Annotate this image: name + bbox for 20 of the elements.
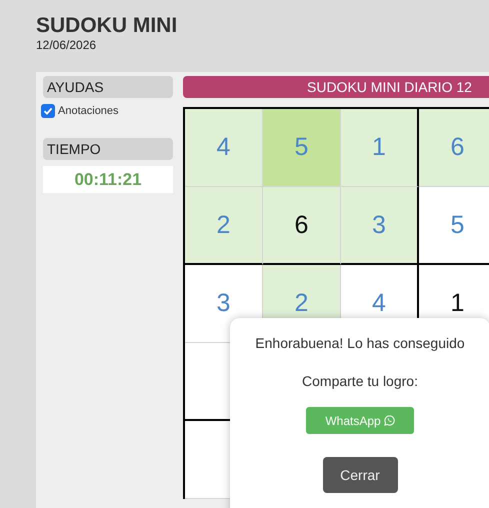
app-title: SUDOKU MINI: [36, 14, 178, 38]
checkbox-label: Anotaciones: [58, 105, 119, 117]
cell-digit: 1: [450, 289, 464, 318]
cell-digit: 3: [372, 210, 386, 240]
date-label: 12/06/2026: [36, 38, 98, 52]
puzzle-banner: SUDOKU MINI DIARIO 12: [183, 76, 489, 98]
cell-digit: 6: [294, 210, 308, 240]
cell-digit: 2: [216, 210, 230, 240]
cell-digit: 3: [216, 289, 230, 318]
cell-digit: 5: [294, 133, 308, 162]
cell-digit: 1: [372, 133, 386, 162]
timer: 00:11:21: [43, 166, 173, 193]
cell-digit: 2: [294, 289, 308, 318]
cell-digit: 6: [450, 133, 464, 162]
cell-digit: 5: [450, 210, 464, 240]
cell-digit: 4: [372, 289, 386, 318]
share-label: Comparte tu logro:: [302, 373, 418, 389]
cell-digit: 4: [216, 133, 230, 162]
section-heading: AYUDAS: [43, 76, 173, 98]
section-heading: TIEMPO: [43, 138, 173, 160]
